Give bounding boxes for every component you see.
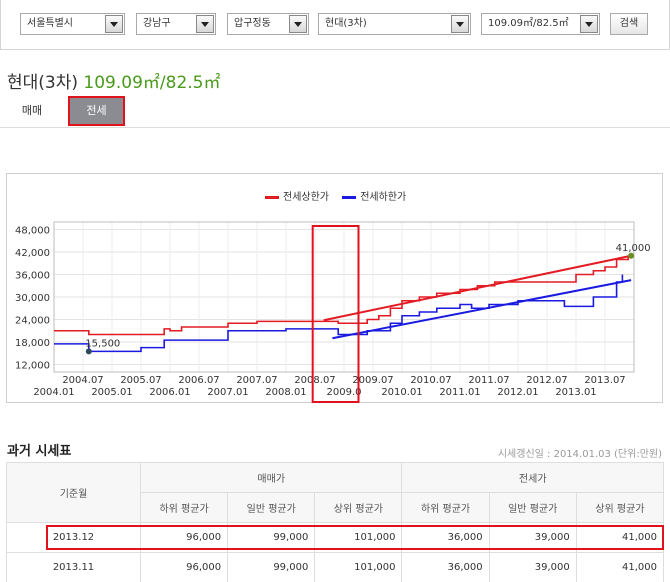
col-sale-mid: 일반 평균가 xyxy=(227,492,316,523)
page-title: 현대(3차) 109.09㎡/82.5㎡ xyxy=(7,68,220,93)
district-select[interactable]: 강남구 xyxy=(136,13,216,35)
col-jeonse-high: 상위 평균가 xyxy=(575,492,665,523)
x-tick-label-top: 2011.07 xyxy=(468,375,509,386)
chevron-down-icon xyxy=(580,15,598,33)
search-button[interactable]: 검색 xyxy=(610,13,648,35)
x-tick-label-top: 2007.07 xyxy=(236,375,277,386)
dong-select-value: 압구정동 xyxy=(234,18,271,29)
annotation-label: 15,500 xyxy=(85,338,120,349)
x-tick-label-top: 2012.07 xyxy=(526,375,567,386)
cell-value: 99,000 xyxy=(227,552,316,582)
col-sale-high: 상위 평균가 xyxy=(314,492,403,523)
apartment-name: 현대(3차) xyxy=(7,73,79,93)
x-tick-label-bottom: 2010.01 xyxy=(381,387,422,398)
x-tick-label-bottom: 2009.0 xyxy=(327,387,362,398)
y-tick-label: 48,000 xyxy=(15,226,50,237)
x-tick-label-top: 2010.07 xyxy=(410,375,451,386)
x-tick-label-bottom: 2007.01 xyxy=(207,387,248,398)
series-line-upper xyxy=(54,255,629,336)
x-tick-label-top: 2008.07 xyxy=(294,375,335,386)
cell-value: 41,000 xyxy=(575,552,665,582)
history-table: 기준월 매매가 전세가 하위 평균가 일반 평균가 상위 평균가 하위 평균가 … xyxy=(6,462,665,582)
area-select-value: 109.09㎡/82.5㎡ xyxy=(488,18,569,29)
x-tick-label-bottom: 2005.01 xyxy=(91,387,132,398)
x-tick-label-top: 2004.07 xyxy=(62,375,103,386)
apartment-select-value: 현대(3차) xyxy=(325,18,367,29)
apartment-size: 109.09㎡/82.5㎡ xyxy=(83,73,221,93)
x-tick-label-bottom: 2008.01 xyxy=(265,387,306,398)
chevron-down-icon xyxy=(196,15,214,33)
series-line-lower xyxy=(54,274,624,353)
y-tick-label: 24,000 xyxy=(15,316,50,327)
chart-plot: 48,000 42,000 36,000 30,000 24,000 18,000 12,0… xyxy=(15,221,651,403)
col-sale-low: 하위 평균가 xyxy=(139,492,229,523)
col-jeonse-mid: 일반 평균가 xyxy=(488,492,577,523)
tab-jeonse[interactable]: 전세 xyxy=(68,96,125,126)
cell-value: 101,000 xyxy=(314,552,403,582)
apartment-select[interactable]: 현대(3차) xyxy=(318,13,471,35)
history-title: 과거 시세표 xyxy=(7,444,72,459)
x-tick-label-top: 2005.07 xyxy=(120,375,161,386)
y-tick-label: 30,000 xyxy=(15,293,50,304)
x-tick-label-bottom: 2006.01 xyxy=(149,387,190,398)
price-chart: 전세상한가 전세하한가 48,000 42,000 36,000 30,000 24,0… xyxy=(6,173,663,403)
annotation-label: 41,000 xyxy=(616,243,651,254)
col-group-sale: 매매가 xyxy=(139,462,403,493)
x-tick-label-top: 2006.07 xyxy=(178,375,219,386)
cell-value: 96,000 xyxy=(139,552,229,582)
col-group-jeonse: 전세가 xyxy=(401,462,664,493)
chevron-down-icon xyxy=(289,15,307,33)
chevron-down-icon xyxy=(105,15,123,33)
chevron-down-icon xyxy=(451,15,469,33)
x-tick-label-bottom: 2011.01 xyxy=(439,387,480,398)
x-tick-label-bottom: 2012.01 xyxy=(497,387,538,398)
table-row: 2013.11 96,000 99,000 101,000 36,000 39,… xyxy=(6,552,665,582)
tab-sale[interactable]: 매매 xyxy=(8,96,56,126)
y-tick-label: 36,000 xyxy=(15,271,50,282)
area-select[interactable]: 109.09㎡/82.5㎡ xyxy=(481,13,600,35)
district-select-value: 강남구 xyxy=(143,18,171,29)
cell-value: 36,000 xyxy=(401,552,490,582)
x-tick-label-bottom: 2013.01 xyxy=(555,387,596,398)
col-base-month: 기준월 xyxy=(6,462,141,523)
row-month: 2013.11 xyxy=(6,552,141,582)
x-tick-label-bottom: 2004.01 xyxy=(33,387,74,398)
search-bar: 서울특별시 강남구 압구정동 현대(3차) 109.09㎡/82.5㎡ 검색 xyxy=(0,0,670,50)
y-tick-label: 18,000 xyxy=(15,338,50,349)
cell-value: 39,000 xyxy=(488,552,577,582)
highlight-box-row xyxy=(46,525,664,550)
dong-select[interactable]: 압구정동 xyxy=(227,13,309,35)
y-tick-label: 42,000 xyxy=(15,248,50,259)
history-meta: 시세갱신일 : 2014.01.03 (단위:만원) xyxy=(497,449,662,460)
city-select[interactable]: 서울특별시 xyxy=(20,13,125,35)
city-select-value: 서울특별시 xyxy=(27,18,73,29)
col-jeonse-low: 하위 평균가 xyxy=(401,492,490,523)
tabs-divider xyxy=(0,127,670,128)
x-tick-label-top: 2013.07 xyxy=(584,375,625,386)
y-tick-label: 12,000 xyxy=(15,361,50,372)
